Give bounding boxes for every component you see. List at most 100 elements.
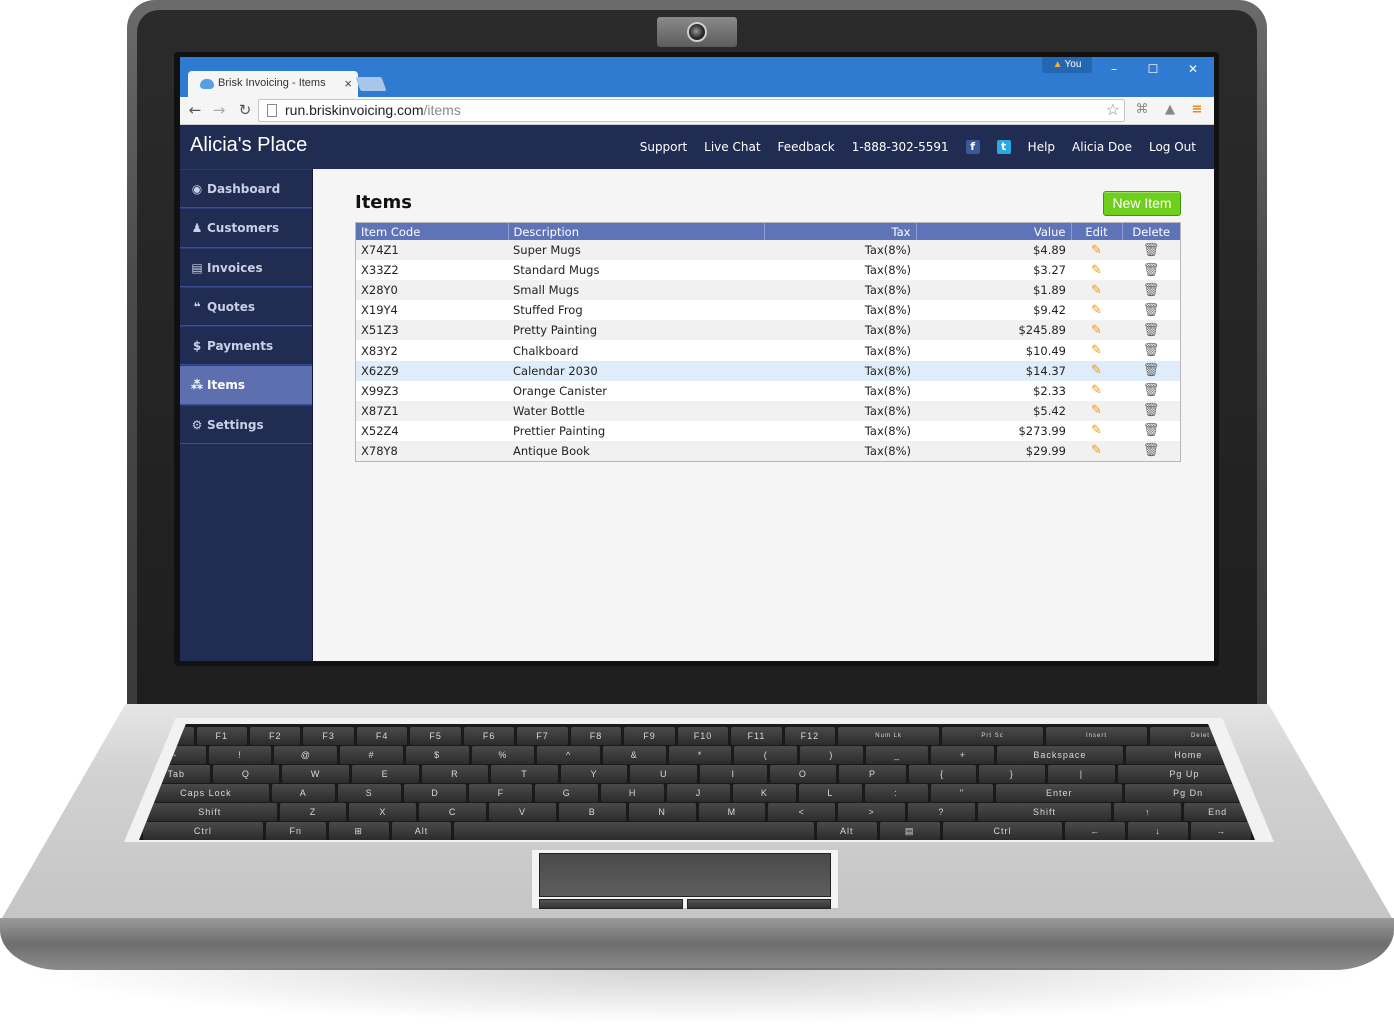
table-row[interactable]: X62Z9 Calendar 2030 Tax(8%) $14.37 ✎ 🗑 (356, 360, 1180, 381)
warning-icon: ▲ (1052, 59, 1063, 70)
edit-cell: ✎ (1071, 440, 1122, 462)
keyboard-key: F3 (303, 727, 354, 745)
trash-icon[interactable]: 🗑 (1143, 423, 1160, 438)
keyboard-key: ) (800, 746, 863, 764)
keyboard-row: Shift Z X C V B N M < >? Shift ↑ End (143, 803, 1251, 821)
pencil-icon[interactable]: ✎ (1091, 303, 1102, 318)
pencil-icon[interactable]: ✎ (1091, 283, 1102, 298)
item-code-cell: X87Z1 (356, 400, 508, 421)
facebook-icon[interactable]: f (965, 140, 980, 154)
trash-icon[interactable]: 🗑 (1143, 443, 1160, 458)
sidebar-item-settings[interactable]: ⚙ Settings (180, 404, 312, 445)
feedback-link[interactable]: Feedback (778, 140, 835, 154)
column-header-item-code[interactable]: Item Code (356, 223, 508, 240)
back-button[interactable]: ← (184, 99, 206, 121)
pencil-icon[interactable]: ✎ (1091, 243, 1102, 258)
column-header-tax[interactable]: Tax (763, 223, 916, 240)
pencil-icon[interactable]: ✎ (1091, 443, 1102, 458)
trash-icon[interactable]: 🗑 (1143, 383, 1160, 398)
trash-icon[interactable]: 🗑 (1143, 363, 1160, 378)
maximize-button[interactable]: ☐ (1138, 59, 1168, 79)
close-window-button[interactable]: ✕ (1178, 59, 1208, 79)
tax-cell: Tax(8%) (764, 240, 916, 261)
sidebar-item-payments[interactable]: $ Payments (180, 326, 312, 366)
bookmark-star-icon[interactable]: ☆ (1106, 100, 1120, 120)
trash-icon[interactable]: 🗑 (1143, 243, 1160, 258)
pencil-icon[interactable]: ✎ (1091, 363, 1102, 378)
keyboard-key: F8 (570, 727, 622, 745)
description-cell: Chalkboard (508, 340, 764, 361)
sidebar-item-items[interactable]: ⁂ Items (180, 365, 312, 405)
column-header-value[interactable]: Value (915, 223, 1071, 240)
table-row[interactable]: X87Z1 Water Bottle Tax(8%) $5.42 ✎ 🗑 (356, 400, 1180, 421)
gear-icon: ⚙ (191, 417, 203, 432)
pencil-icon[interactable]: ✎ (1091, 383, 1102, 398)
keyboard-key: " (930, 784, 994, 802)
trash-icon[interactable]: 🗑 (1143, 283, 1160, 298)
support-link[interactable]: Support (640, 140, 687, 154)
table-row[interactable]: X74Z1 Super Mugs Tax(8%) $4.89 ✎ 🗑 (356, 240, 1180, 261)
delete-cell: 🗑 (1122, 320, 1180, 341)
twitter-icon[interactable]: t (996, 140, 1011, 154)
table-row[interactable]: X51Z3 Pretty Painting Tax(8%) $245.89 ✎ 🗑 (356, 320, 1180, 341)
trash-icon[interactable]: 🗑 (1143, 323, 1160, 338)
live-chat-link[interactable]: Live Chat (704, 140, 760, 154)
trash-icon[interactable]: 🗑 (1143, 403, 1160, 418)
edit-cell: ✎ (1071, 320, 1122, 341)
trash-icon[interactable]: 🗑 (1143, 343, 1160, 358)
user-name-link[interactable]: Alicia Doe (1072, 140, 1132, 154)
close-tab-button[interactable]: × (344, 76, 352, 91)
keyboard-key: ⊞ (328, 822, 389, 840)
pencil-icon[interactable]: ✎ (1091, 423, 1102, 438)
tax-cell: Tax(8%) (764, 380, 916, 401)
minimize-button[interactable]: – (1099, 59, 1129, 79)
edit-cell: ✎ (1071, 360, 1122, 381)
brand-title[interactable]: Alicia's Place (190, 134, 307, 157)
pencil-icon[interactable]: ✎ (1091, 343, 1102, 358)
value-cell: $2.33 (916, 380, 1071, 401)
table-row[interactable]: X52Z4 Prettier Painting Tax(8%) $273.99 ✎ 🗑 (356, 420, 1180, 441)
menu-icon[interactable]: ≡ (1188, 101, 1206, 119)
keyboard-key: ▤ (879, 822, 940, 840)
sidebar-item-invoices[interactable]: ▤ Invoices (180, 247, 312, 287)
table-row[interactable]: X33Z2 Standard Mugs Tax(8%) $3.27 ✎ 🗑 (356, 260, 1180, 281)
trash-icon[interactable]: 🗑 (1143, 263, 1160, 278)
logout-link[interactable]: Log Out (1149, 140, 1196, 154)
pencil-icon[interactable]: ✎ (1091, 263, 1102, 278)
keyboard-key: → (1191, 822, 1252, 840)
pencil-icon[interactable]: ✎ (1091, 323, 1102, 338)
keyboard-key: L (798, 784, 862, 802)
sidebar-item-quotes[interactable]: ❝ Quotes (180, 286, 312, 327)
new-tab-button[interactable] (355, 77, 387, 91)
help-link[interactable]: Help (1028, 140, 1055, 154)
value-cell: $10.49 (916, 340, 1071, 361)
table-row[interactable]: X19Y4 Stuffed Frog Tax(8%) $9.42 ✎ 🗑 (356, 300, 1180, 321)
pencil-icon[interactable]: ✎ (1091, 403, 1102, 418)
description-cell: Water Bottle (508, 400, 764, 421)
keyboard-key: @ (274, 746, 338, 764)
table-row[interactable]: X28Y0 Small Mugs Tax(8%) $1.89 ✎ 🗑 (356, 280, 1180, 301)
table-row[interactable]: X99Z3 Orange Canister Tax(8%) $2.33 ✎ 🗑 (356, 380, 1180, 401)
code-extension-icon[interactable]: ⌘ (1133, 101, 1151, 119)
keyboard-key: Ctrl (942, 822, 1063, 840)
trash-icon[interactable]: 🗑 (1143, 303, 1160, 318)
drive-extension-icon[interactable]: ▲ (1161, 101, 1179, 119)
sidebar-item-customers[interactable]: ♟ Customers (180, 208, 312, 248)
edit-cell: ✎ (1071, 300, 1122, 321)
forward-button[interactable]: → (208, 99, 230, 121)
table-row[interactable]: X83Y2 Chalkboard Tax(8%) $10.49 ✎ 🗑 (356, 340, 1180, 361)
table-row[interactable]: X78Y8 Antique Book Tax(8%) $29.99 ✎ 🗑 (356, 440, 1180, 462)
touchpad-surface (539, 853, 831, 897)
value-cell: $273.99 (916, 420, 1071, 441)
user-badge[interactable]: ▲ You (1042, 57, 1092, 73)
reload-button[interactable]: ↻ (234, 99, 256, 121)
browser-tab[interactable]: Brisk Invoicing - Items × (188, 71, 358, 97)
keyboard-key: F12 (784, 727, 836, 745)
sidebar-item-dashboard[interactable]: ◉ Dashboard (180, 169, 312, 209)
url-input[interactable]: run.briskinvoicing.com/items ☆ (258, 99, 1125, 122)
column-header-description[interactable]: Description (507, 223, 764, 240)
new-item-button[interactable]: New Item (1103, 191, 1181, 216)
keyboard-key: # (340, 746, 403, 764)
item-code-cell: X19Y4 (356, 300, 508, 321)
keyboard-key: F10 (677, 727, 729, 745)
